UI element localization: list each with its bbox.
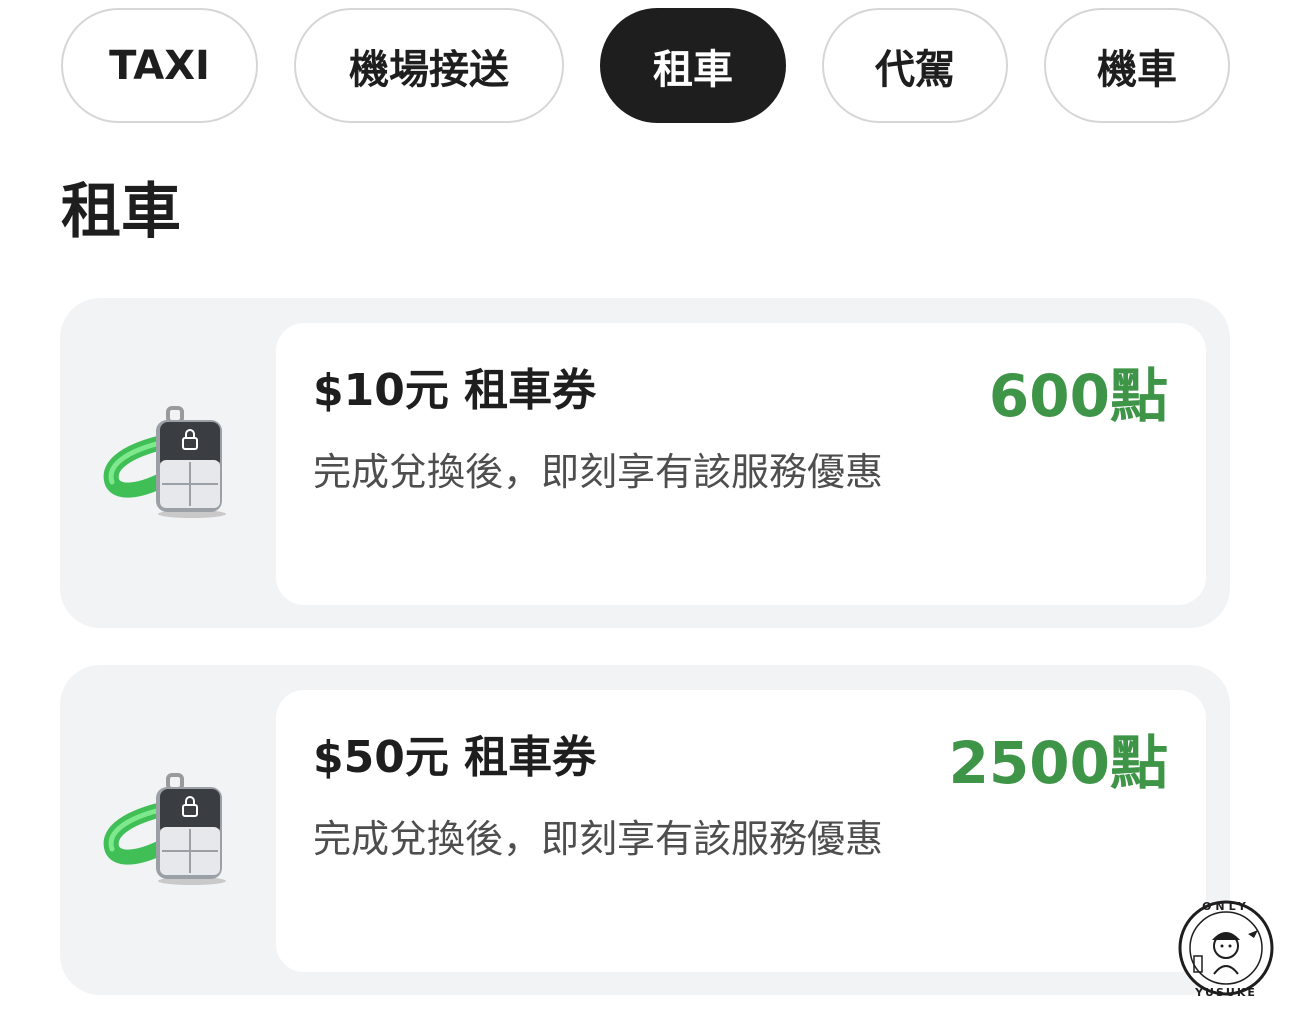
car-key-fob-icon [100,765,240,895]
tab-designated-driver[interactable]: 代駕 [822,8,1008,123]
coupon-title: $10元 租車券 [313,365,597,416]
svg-text:ONLY: ONLY [1202,900,1250,913]
tab-car-rental[interactable]: 租車 [600,8,786,123]
coupon-title: $50元 租車券 [313,732,597,783]
category-tabs: TAXI 機場接送 租車 代駕 機車 [0,8,1290,127]
svg-text:YUSUKE: YUSUKE [1194,986,1257,999]
coupon-panel: $10元 租車券 完成兌換後，即刻享有該服務優惠 600點 [276,323,1206,605]
coupon-panel: $50元 租車券 完成兌換後，即刻享有該服務優惠 2500點 [276,690,1206,972]
watermark-logo: ONLY YUSUKE [1172,894,1280,1002]
coupon-card[interactable]: $10元 租車券 完成兌換後，即刻享有該服務優惠 600點 [60,298,1230,628]
tab-airport-transfer[interactable]: 機場接送 [294,8,564,123]
coupon-description: 完成兌換後，即刻享有該服務優惠 [313,450,884,494]
coupon-points: 600點 [988,362,1168,430]
coupon-card[interactable]: $50元 租車券 完成兌換後，即刻享有該服務優惠 2500點 [60,665,1230,995]
tab-taxi[interactable]: TAXI [61,8,258,123]
section-title: 租車 [61,177,181,247]
tab-scooter[interactable]: 機車 [1044,8,1230,123]
coupon-description: 完成兌換後，即刻享有該服務優惠 [313,817,884,861]
coupon-points: 2500點 [948,729,1168,797]
car-key-fob-icon [100,398,240,528]
